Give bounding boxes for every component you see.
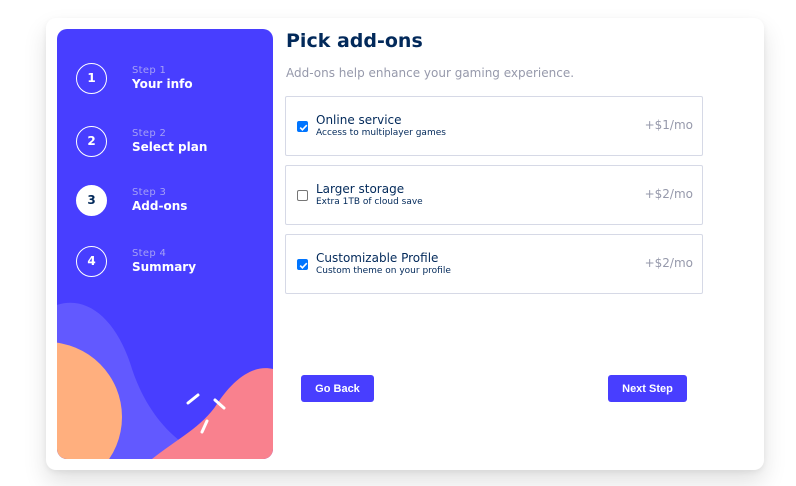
addon-checkbox[interactable]	[297, 121, 308, 132]
sidebar: 1 Step 1 Your info 2 Step 2 Select plan …	[57, 29, 273, 459]
step-3[interactable]: 3 Step 3 Add-ons	[76, 182, 187, 218]
addon-price: +$2/mo	[644, 256, 693, 270]
step-number-circle-active: 3	[76, 184, 107, 216]
step-label: Step 4	[132, 247, 167, 259]
step-title: Your info	[132, 76, 193, 91]
addon-online-service[interactable]: Online service Access to multiplayer gam…	[285, 96, 703, 156]
step-2[interactable]: 2 Step 2 Select plan	[76, 123, 207, 159]
step-title: Summary	[132, 259, 197, 274]
addon-checkbox[interactable]	[297, 259, 308, 270]
step-label: Step 2	[132, 127, 167, 139]
step-number-circle: 2	[76, 125, 107, 157]
next-step-button[interactable]: Next Step	[608, 375, 687, 402]
step-label: Step 3	[132, 186, 167, 198]
addon-name: Customizable Profile	[316, 251, 439, 265]
addon-description: Extra 1TB of cloud save	[316, 197, 423, 207]
step-4[interactable]: 4 Step 4 Summary	[76, 243, 196, 279]
addon-name: Online service	[316, 113, 402, 127]
step-1[interactable]: 1 Step 1 Your info	[76, 60, 193, 96]
addon-description: Custom theme on your profile	[316, 266, 451, 276]
checkmark-icon	[299, 262, 308, 269]
step-title: Add-ons	[132, 198, 188, 213]
step-title: Select plan	[132, 139, 208, 154]
step-label: Step 1	[132, 64, 167, 76]
step-number-circle: 1	[76, 62, 107, 94]
addon-customizable-profile[interactable]: Customizable Profile Custom theme on you…	[285, 234, 703, 294]
checkmark-icon	[299, 124, 308, 131]
addon-name: Larger storage	[316, 182, 405, 196]
addon-price: +$2/mo	[644, 187, 693, 201]
step-number-circle: 4	[76, 245, 107, 277]
addon-price: +$1/mo	[644, 118, 693, 132]
page-subtitle: Add-ons help enhance your gaming experie…	[286, 66, 575, 80]
addon-description: Access to multiplayer games	[316, 128, 446, 138]
addon-checkbox[interactable]	[297, 190, 308, 201]
addon-larger-storage[interactable]: Larger storage Extra 1TB of cloud save +…	[285, 165, 703, 225]
page-title: Pick add-ons	[286, 30, 423, 52]
go-back-button[interactable]: Go Back	[301, 375, 374, 402]
